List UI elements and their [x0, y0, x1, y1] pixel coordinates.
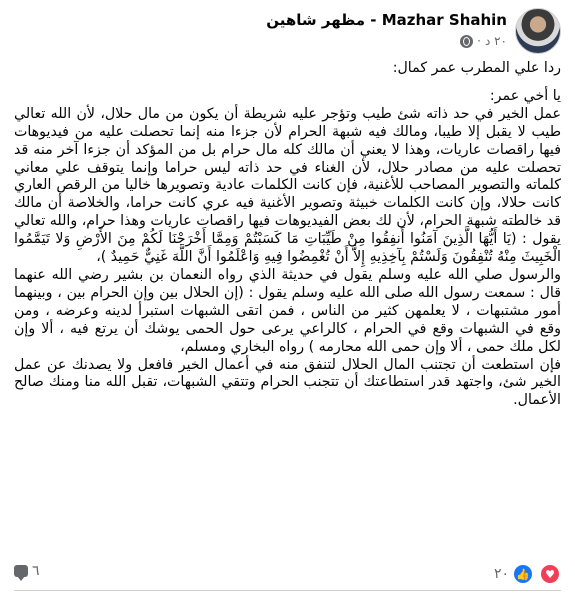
author-avatar[interactable]	[515, 8, 561, 54]
comment-count: ٦	[32, 563, 40, 579]
body-paragraph-conclusion: فإن استطعت أن تجتنب المال الحلال لتنفق م…	[14, 356, 561, 409]
reactions-summary[interactable]: ♥ 👍 ٢٠	[494, 563, 561, 585]
body-paragraph-main: عمل الخير في حد ذاته شئ طيب وتؤجر عليه ش…	[14, 105, 561, 266]
post-timestamp[interactable]: ٢٠ د	[485, 34, 507, 48]
post-body: ردا علي المطرب عمر كمال: يا أخي عمر: عمل…	[14, 60, 561, 410]
post-header: Mazhar Shahin - مظهر شاهين ٢٠ د ·	[14, 6, 561, 54]
comments-summary[interactable]: ٦	[14, 563, 40, 581]
love-icon: ♥	[539, 563, 561, 585]
author-name[interactable]: Mazhar Shahin - مظهر شاهين	[266, 11, 507, 29]
body-paragraph-intro: ردا علي المطرب عمر كمال:	[392, 60, 561, 76]
post-footer: ♥ 👍 ٢٠ ٦	[14, 560, 561, 586]
body-paragraph-hadith: والرسول صلي الله عليه وسلم يقول في حديثة…	[14, 266, 561, 355]
like-icon: 👍	[512, 563, 534, 585]
comment-icon	[14, 565, 28, 581]
reaction-count: ٢٠	[493, 566, 509, 582]
post-meta: ٢٠ د ·	[460, 34, 507, 48]
facebook-post: Mazhar Shahin - مظهر شاهين ٢٠ د · ردا عل…	[0, 0, 575, 609]
body-paragraph-greeting: يا أخي عمر:	[489, 87, 561, 104]
footer-divider	[14, 590, 561, 591]
globe-icon[interactable]	[460, 34, 474, 48]
